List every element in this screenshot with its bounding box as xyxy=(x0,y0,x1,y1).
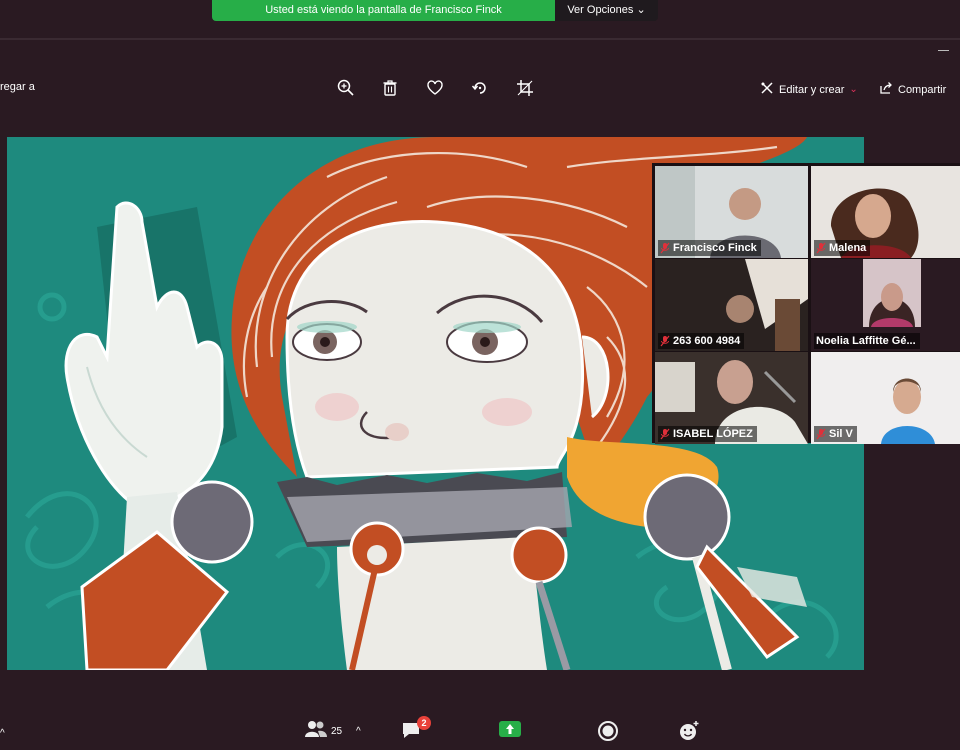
participant-name: Sil V xyxy=(829,428,853,440)
add-to-label[interactable]: regar a xyxy=(0,81,35,93)
heart-icon[interactable] xyxy=(425,78,445,98)
share-icon xyxy=(879,81,893,98)
participant-name-tag: Francisco Finck xyxy=(658,240,761,256)
chevron-down-icon: ⌄ xyxy=(849,84,858,95)
mic-muted-icon xyxy=(816,242,826,254)
share-button[interactable]: Compartir xyxy=(879,81,946,98)
participant-name: Noelia Laffitte Gé... xyxy=(816,335,916,347)
participant-name: ISABEL LÓPEZ xyxy=(673,428,753,440)
participant-name-tag: Malena xyxy=(814,240,871,256)
rotate-icon[interactable] xyxy=(470,78,490,98)
meeting-controls-bar: 25 ^ xyxy=(0,710,960,750)
screen-share-banner: Usted está viendo la pantalla de Francis… xyxy=(212,0,658,21)
participant-name-tag: Sil V xyxy=(814,426,857,442)
chat-unread-badge: 2 xyxy=(417,716,431,730)
participant-video-grid: Francisco Finck Malena 263 600 4984 Noel… xyxy=(652,163,960,444)
crop-icon[interactable] xyxy=(515,78,535,98)
chevron-down-icon: ⌄ xyxy=(636,4,646,16)
record-button[interactable] xyxy=(597,720,619,742)
participants-count: 25 xyxy=(331,726,343,737)
video-tile[interactable]: Malena xyxy=(811,166,960,258)
video-tile[interactable]: Francisco Finck xyxy=(655,166,808,258)
reactions-button[interactable] xyxy=(678,720,700,742)
trash-icon[interactable] xyxy=(380,78,400,98)
view-options-button[interactable]: Ver Opciones ⌄ xyxy=(555,0,658,21)
participant-name: Francisco Finck xyxy=(673,242,757,254)
participant-name: 263 600 4984 xyxy=(673,335,741,347)
video-tile[interactable]: Sil V xyxy=(811,352,960,444)
mic-muted-icon xyxy=(816,428,826,440)
edit-create-label: Editar y crear xyxy=(779,83,845,96)
window-titlebar-divider xyxy=(0,38,960,40)
participants-button[interactable] xyxy=(304,720,328,738)
share-banner-message: Usted está viendo la pantalla de Francis… xyxy=(212,0,555,21)
zoom-in-icon[interactable] xyxy=(336,78,356,98)
share-screen-icon xyxy=(499,721,521,737)
emoji-reaction-icon xyxy=(680,721,699,740)
edit-create-icon xyxy=(760,81,774,98)
participant-name-tag: Noelia Laffitte Gé... xyxy=(814,333,920,349)
participants-icon xyxy=(305,721,327,737)
edit-create-button[interactable]: Editar y crear ⌄ xyxy=(760,81,858,98)
share-screen-button[interactable] xyxy=(498,720,522,738)
photo-viewer-toolbar: regar a Editar y crear ⌄ Compartir xyxy=(0,70,960,106)
mic-muted-icon xyxy=(660,242,670,254)
video-tile[interactable]: ISABEL LÓPEZ xyxy=(655,352,808,444)
mic-muted-icon xyxy=(660,428,670,440)
record-icon xyxy=(598,721,618,741)
video-tile-active-speaker[interactable]: Noelia Laffitte Gé... xyxy=(811,259,960,351)
view-options-label: Ver Opciones xyxy=(567,4,634,16)
video-tile[interactable]: 263 600 4984 xyxy=(655,259,808,351)
mic-muted-icon xyxy=(660,335,670,347)
chevron-up-icon[interactable]: ^ xyxy=(356,726,361,737)
participant-name-tag: 263 600 4984 xyxy=(658,333,745,349)
minimize-icon[interactable] xyxy=(938,50,949,51)
share-label: Compartir xyxy=(898,83,947,96)
chevron-up-icon[interactable]: ^ xyxy=(0,728,5,739)
participant-name: Malena xyxy=(829,242,867,254)
participant-name-tag: ISABEL LÓPEZ xyxy=(658,426,757,442)
